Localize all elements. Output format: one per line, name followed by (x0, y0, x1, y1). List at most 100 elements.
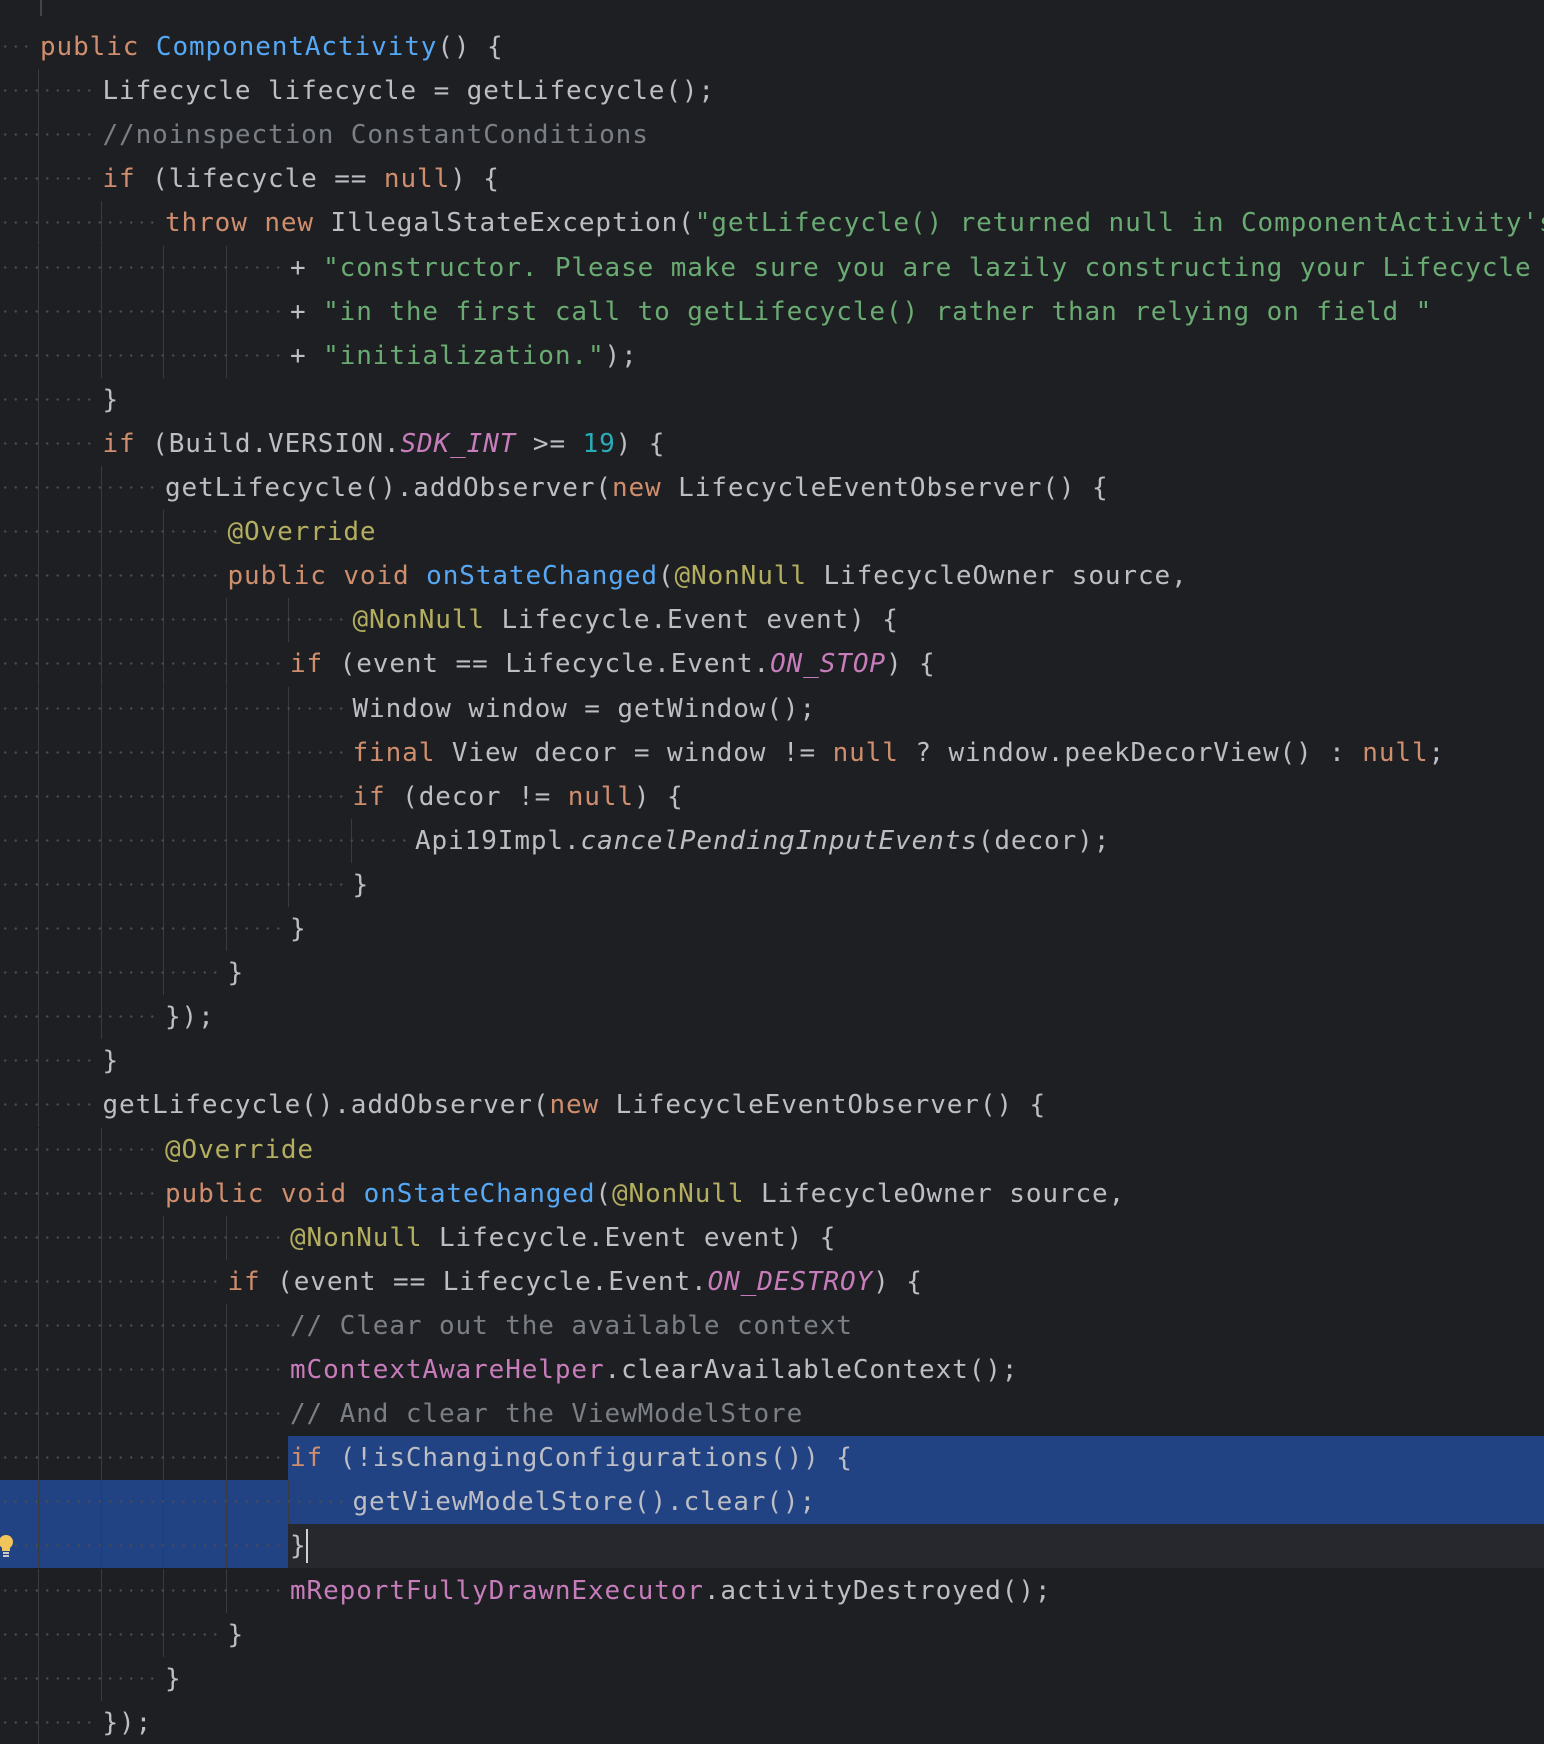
code-line[interactable]: }); (0, 1700, 1544, 1744)
code-token: cancelPendingInputEvents (580, 825, 978, 856)
code-line[interactable]: Lifecycle lifecycle = getLifecycle(); (0, 69, 1544, 114)
code-line[interactable]: } (0, 1524, 1544, 1569)
code-token: mReportFullyDrawnExecutor (290, 1575, 704, 1606)
code-text: getViewModelStore().clear(); (353, 1480, 817, 1524)
code-token: getLifecycle().addObserver( (165, 473, 612, 503)
whitespace-markers (0, 1632, 222, 1636)
code-line[interactable]: getViewModelStore().clear(); (0, 1480, 1544, 1525)
whitespace-markers (0, 1323, 284, 1327)
whitespace-markers (0, 1147, 159, 1151)
whitespace-markers (0, 1015, 159, 1019)
lightbulb-icon[interactable] (0, 1534, 16, 1558)
code-token: if (290, 1443, 324, 1474)
whitespace-markers (0, 309, 284, 313)
whitespace-markers (0, 750, 347, 754)
code-line[interactable]: if (event == Lifecycle.Event.ON_DESTROY)… (0, 1259, 1544, 1304)
code-text: }); (103, 1701, 153, 1744)
code-line[interactable]: Window window = getWindow(); (0, 686, 1544, 731)
code-token: (event == Lifecycle.Event. (260, 1266, 708, 1297)
code-token: ON_DESTROY (707, 1266, 874, 1297)
code-token: + (290, 252, 324, 283)
code-token: LifecycleEventObserver() { (661, 473, 1109, 503)
code-line[interactable]: if (!isChangingConfigurations()) { (0, 1436, 1544, 1481)
whitespace-markers (0, 1412, 284, 1416)
code-line[interactable]: } (0, 1612, 1544, 1657)
code-editor[interactable]: public ComponentActivity() {Lifecycle li… (0, 0, 1544, 1744)
code-token: null (383, 164, 451, 195)
code-token: Api19Impl. (415, 825, 581, 856)
code-text: + "constructor. Please make sure you are… (290, 246, 1544, 290)
fold-marker (40, 0, 42, 16)
code-token: } (290, 1531, 307, 1562)
code-text: + "initialization."); (290, 334, 638, 378)
code-line[interactable]: mReportFullyDrawnExecutor.activityDestro… (0, 1568, 1544, 1613)
code-token: ? window.peekDecorView() : (898, 737, 1363, 768)
code-line[interactable]: } (0, 862, 1544, 907)
code-line[interactable]: + "initialization."); (0, 333, 1544, 378)
code-token: "initialization." (323, 340, 605, 371)
code-text: @NonNull Lifecycle.Event event) { (353, 598, 899, 642)
code-line[interactable]: // And clear the ViewModelStore (0, 1392, 1544, 1437)
code-token: (decor != (385, 781, 568, 812)
code-line[interactable]: //noinspection ConstantConditions (0, 113, 1544, 158)
code-token: } (290, 914, 307, 944)
code-line[interactable]: + "in the first call to getLifecycle() r… (0, 289, 1544, 334)
code-line[interactable]: final View decor = window != null ? wind… (0, 730, 1544, 775)
code-token: throw new (165, 208, 314, 239)
code-line[interactable]: @NonNull Lifecycle.Event event) { (0, 1215, 1544, 1260)
code-line[interactable]: if (Build.VERSION.SDK_INT >= 19) { (0, 421, 1544, 466)
code-line[interactable]: public void onStateChanged(@NonNull Life… (0, 1171, 1544, 1216)
code-line[interactable]: public ComponentActivity() { (0, 25, 1544, 69)
code-text: } (290, 907, 307, 951)
code-token: (lifecycle == (135, 164, 384, 195)
code-token: // Clear out the available context (290, 1310, 853, 1341)
code-token: onStateChanged (426, 561, 658, 592)
code-line[interactable]: public void onStateChanged(@NonNull Life… (0, 554, 1544, 599)
whitespace-markers (0, 221, 159, 225)
code-text: } (290, 1524, 307, 1568)
code-token: View decor = window != (435, 737, 833, 768)
code-token: + (290, 296, 324, 327)
code-line[interactable]: if (event == Lifecycle.Event.ON_STOP) { (0, 642, 1544, 687)
code-token: public void (227, 561, 410, 592)
code-text: if (lifecycle == null) { (103, 157, 500, 201)
code-token: ) { (633, 781, 684, 812)
whitespace-markers (0, 1720, 97, 1724)
whitespace-markers (0, 1279, 222, 1283)
code-token: new (549, 1090, 600, 1121)
code-line[interactable]: Api19Impl.cancelPendingInputEvents(decor… (0, 818, 1544, 863)
code-text: } (103, 1039, 120, 1083)
code-token: if (227, 1266, 261, 1297)
whitespace-markers (0, 1544, 284, 1548)
code-line[interactable]: mContextAwareHelper.clearAvailableContex… (0, 1348, 1544, 1392)
code-token: @NonNull (290, 1222, 423, 1253)
code-token: }); (165, 1002, 215, 1033)
code-line[interactable]: } (0, 1656, 1544, 1701)
code-line[interactable]: } (0, 377, 1544, 422)
code-token: Lifecycle.Event event) { (422, 1222, 837, 1253)
code-text: //noinspection ConstantConditions (103, 113, 649, 157)
code-line[interactable]: + "constructor. Please make sure you are… (0, 245, 1544, 290)
code-text: } (228, 1613, 245, 1657)
code-text: public void onStateChanged(@NonNull Life… (165, 1172, 1125, 1216)
code-line[interactable]: } (0, 951, 1544, 996)
whitespace-markers (0, 838, 409, 842)
code-line[interactable]: } (0, 907, 1544, 951)
code-line[interactable]: // Clear out the available context (0, 1303, 1544, 1348)
whitespace-markers (0, 89, 97, 93)
code-line[interactable]: getLifecycle().addObserver(new Lifecycle… (0, 1083, 1544, 1128)
code-line[interactable]: throw new IllegalStateException("getLife… (0, 201, 1544, 246)
code-line[interactable]: }); (0, 995, 1544, 1040)
code-line[interactable]: @NonNull Lifecycle.Event event) { (0, 598, 1544, 643)
code-token: "getLifecycle() returned null in Compone… (694, 208, 1544, 239)
code-line[interactable]: @Override (0, 1127, 1544, 1172)
code-text: } (103, 378, 120, 422)
code-line[interactable]: @Override (0, 510, 1544, 555)
code-line[interactable]: } (0, 1039, 1544, 1084)
code-token: @Override (165, 1134, 314, 1165)
code-line[interactable]: getLifecycle().addObserver(new Lifecycle… (0, 466, 1544, 510)
code-line[interactable]: if (decor != null) { (0, 774, 1544, 819)
code-line[interactable]: if (lifecycle == null) { (0, 157, 1544, 202)
code-text: @NonNull Lifecycle.Event event) { (290, 1216, 836, 1260)
